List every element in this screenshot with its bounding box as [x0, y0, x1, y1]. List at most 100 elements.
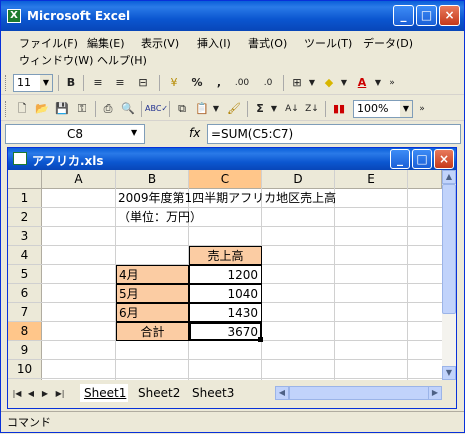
currency-icon[interactable]: ¥ [164, 74, 184, 92]
chevron-down-icon[interactable]: ▼ [269, 100, 279, 118]
comma-button[interactable]: , [213, 74, 225, 92]
scroll-right-icon[interactable]: ▶ [428, 386, 442, 400]
menu-view[interactable]: 表示(V) [141, 35, 179, 51]
column-header-a[interactable]: A [42, 170, 116, 189]
column-header-d[interactable]: D [262, 170, 335, 189]
menu-file[interactable]: ファイル(F) [19, 35, 78, 51]
decrease-decimal-button[interactable]: .0 [257, 74, 279, 92]
new-file-icon[interactable]: 🗋 [13, 100, 31, 118]
gridline [8, 226, 442, 227]
toolbar-grip[interactable] [5, 101, 8, 117]
spelling-icon[interactable]: ABC✓ [145, 100, 168, 118]
format-painter-icon[interactable]: 🖌 [225, 100, 243, 118]
fill-color-icon[interactable]: ◆ [319, 74, 339, 92]
chevron-down-icon[interactable]: ▼ [373, 74, 383, 92]
workbook-close-button[interactable]: × [434, 149, 454, 169]
menu-help[interactable]: ヘルプ(H) [97, 52, 147, 68]
menu-data[interactable]: データ(D) [363, 35, 413, 51]
column-header-f[interactable] [408, 170, 442, 189]
menu-format[interactable]: 書式(O) [248, 35, 287, 51]
menu-insert[interactable]: 挿入(I) [197, 35, 231, 51]
sheet-tab-sheet2[interactable]: Sheet2 [134, 384, 186, 402]
row-header[interactable]: 4 [8, 246, 42, 265]
toolbar-separator [95, 101, 96, 117]
align-left-icon[interactable]: ≡ [89, 74, 107, 92]
select-all-corner[interactable] [8, 170, 42, 189]
percent-button[interactable]: % [189, 74, 205, 92]
sheet-tab-sheet3[interactable]: Sheet3 [188, 384, 240, 402]
borders-icon[interactable]: ⊞ [287, 74, 307, 92]
chevron-down-icon[interactable]: ▼ [307, 74, 317, 92]
chevron-down-icon[interactable]: ▼ [40, 75, 52, 91]
row-header[interactable]: 6 [8, 284, 42, 303]
bold-button[interactable]: B [63, 74, 79, 92]
chevron-down-icon[interactable]: ▼ [339, 74, 349, 92]
formatting-toolbar: 11 ▼ B ≡ ≡ ⊟ ¥ % , .00 .0 ⊞ ▼ ◆ ▼ A ▼ » [1, 71, 464, 95]
toolbar-options-icon[interactable]: » [417, 100, 427, 118]
horizontal-scroll-thumb[interactable] [289, 386, 429, 400]
print-icon[interactable]: ⎙ [99, 100, 117, 118]
first-sheet-icon[interactable]: |◀ [12, 385, 22, 403]
zoom-select[interactable]: 100% ▼ [353, 100, 413, 118]
excel-icon[interactable]: X [7, 9, 21, 23]
close-button[interactable]: × [439, 5, 460, 26]
toolbar-grip[interactable] [5, 75, 8, 91]
workbook-maximize-button[interactable]: □ [412, 149, 432, 169]
fill-handle[interactable] [258, 337, 263, 342]
align-center-icon[interactable]: ≡ [111, 74, 129, 92]
increase-decimal-button[interactable]: .00 [231, 74, 253, 92]
scroll-thumb[interactable] [442, 184, 456, 314]
column-header-e[interactable]: E [335, 170, 408, 189]
row-header[interactable]: 2 [8, 208, 42, 227]
merge-center-icon[interactable]: ⊟ [133, 74, 153, 92]
permission-icon[interactable]: ⚿ [73, 100, 91, 118]
save-icon[interactable]: 💾 [53, 100, 71, 118]
row-header[interactable]: 3 [8, 227, 42, 246]
scroll-up-icon[interactable]: ▲ [442, 170, 456, 184]
fx-icon[interactable]: fx [189, 126, 200, 140]
row-header-selected[interactable]: 8 [8, 322, 42, 341]
open-folder-icon[interactable]: 📂 [33, 100, 51, 118]
vertical-scrollbar[interactable]: ▲ ▼ [442, 170, 456, 380]
menu-window[interactable]: ウィンドウ(W) [19, 52, 93, 68]
name-box[interactable]: C8 [5, 124, 145, 144]
row-header[interactable]: 7 [8, 303, 42, 322]
font-size-select[interactable]: 11 ▼ [13, 74, 53, 92]
menu-edit[interactable]: 編集(E) [87, 35, 125, 51]
chevron-down-icon[interactable]: ▼ [211, 100, 221, 118]
row-header[interactable]: 9 [8, 341, 42, 360]
font-color-button[interactable]: A [353, 74, 371, 92]
column-header-c[interactable]: C [189, 170, 262, 189]
sort-descending-icon[interactable]: Z↓ [303, 100, 321, 118]
gridline [8, 378, 442, 379]
cell-b8-text: 合計 [140, 325, 165, 339]
paste-icon[interactable]: 📋 [193, 100, 211, 118]
last-sheet-icon[interactable]: ▶| [54, 385, 66, 403]
workbook-icon[interactable] [13, 152, 27, 165]
worksheet-grid[interactable]: A B C D E 1 2 3 4 5 6 7 8 9 10 11 [8, 170, 442, 380]
prev-sheet-icon[interactable]: ◀ [26, 385, 36, 403]
toolbar-separator [169, 101, 170, 117]
workbook-minimize-button[interactable]: _ [390, 149, 410, 169]
chart-wizard-icon[interactable]: ▮▮ [329, 100, 349, 118]
copy-icon[interactable]: ⧉ [173, 100, 191, 118]
print-preview-icon[interactable]: 🔍 [119, 100, 137, 118]
workbook-window: アフリカ.xls _ □ × A B C D E 1 2 3 4 5 6 7 8… [7, 147, 457, 409]
next-sheet-icon[interactable]: ▶ [40, 385, 50, 403]
scroll-left-icon[interactable]: ◀ [275, 386, 289, 400]
maximize-button[interactable]: □ [416, 5, 437, 26]
column-header-b[interactable]: B [116, 170, 189, 189]
sheet-tab-sheet1[interactable]: Sheet1 [80, 384, 128, 402]
sort-ascending-icon[interactable]: A↓ [283, 100, 301, 118]
chevron-down-icon[interactable]: ▼ [400, 101, 412, 117]
minimize-button[interactable]: _ [393, 5, 414, 26]
formula-input[interactable]: =SUM(C5:C7) [207, 124, 461, 144]
row-header[interactable]: 1 [8, 189, 42, 208]
row-header[interactable]: 5 [8, 265, 42, 284]
scroll-down-icon[interactable]: ▼ [442, 366, 456, 380]
toolbar-options-icon[interactable]: » [387, 74, 397, 92]
autosum-button[interactable]: Σ [251, 100, 269, 118]
row-header[interactable]: 10 [8, 360, 42, 379]
menu-tools[interactable]: ツール(T) [304, 35, 352, 51]
chevron-down-icon[interactable]: ▼ [131, 128, 137, 137]
